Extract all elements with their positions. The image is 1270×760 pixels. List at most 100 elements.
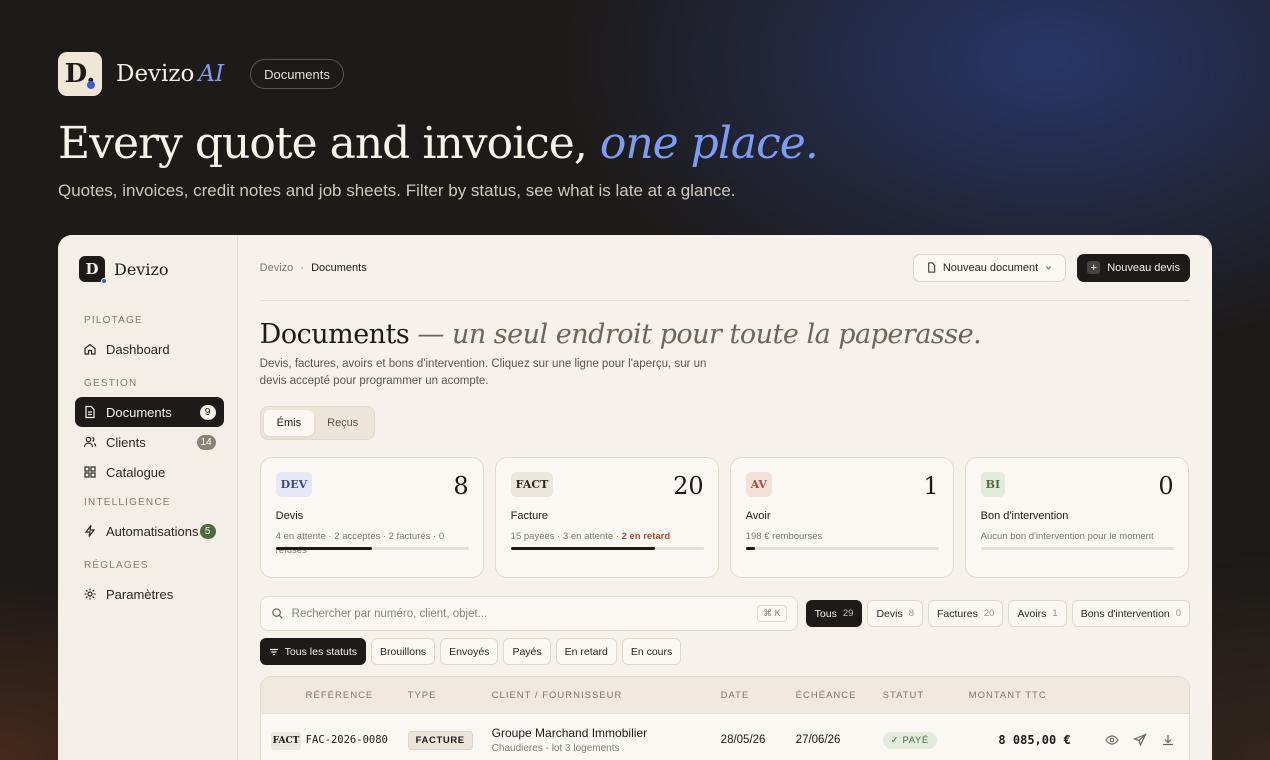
sidebar-section-title: INTELLIGENCE [84, 497, 171, 508]
filter-label: Factures [937, 607, 978, 620]
card-bon-intervention[interactable]: BI 0 Bon d'intervention Aucun bon d'inte… [964, 457, 1189, 578]
card-facture[interactable]: FACT 20 Facture 15 payées · 3 en attente… [494, 457, 719, 578]
card-count: 1 [923, 472, 939, 500]
home-icon [83, 342, 97, 356]
breadcrumb-root[interactable]: Devizo [260, 262, 294, 274]
page-description: Devis, factures, avoirs et bons d'interv… [259, 358, 707, 387]
row-client: Groupe Marchand Immobilier [491, 725, 648, 740]
sidebar-item-catalogue[interactable]: Catalogue [75, 457, 224, 487]
sidebar-item-documents[interactable]: Documents 9 [75, 397, 224, 427]
new-quote-button[interactable]: + Nouveau devis [1077, 253, 1190, 282]
sidebar-brand[interactable]: D Devizo [79, 255, 224, 284]
row-actions [1071, 732, 1189, 747]
row-subject: Chaudieres - lot 3 logements [491, 742, 620, 754]
segment-issued[interactable]: Émis [263, 410, 315, 436]
top-brand-row: D. Devizo AI Documents [58, 52, 344, 96]
card-progress-bar [510, 547, 704, 550]
summary-cards: DEV 8 Devis 4 en attente · 2 acceptés · … [259, 457, 1190, 578]
status-filter-paid[interactable]: Payés [503, 638, 551, 665]
new-document-button[interactable]: Nouveau document [912, 253, 1067, 282]
brand-pill-documents[interactable]: Documents [250, 59, 344, 89]
row-date: 28/05/26 [720, 733, 766, 746]
sidebar-section-title: PILOTAGE [84, 315, 143, 326]
sidebar-item-clients[interactable]: Clients 14 [75, 427, 224, 457]
filter-count: 20 [983, 608, 995, 619]
brand-logo[interactable]: D. [58, 52, 102, 96]
filter-label: Avoirs [1017, 607, 1047, 620]
header-status[interactable]: STATUT [883, 690, 969, 701]
document-icon [83, 405, 97, 419]
issued-received-toggle: Émis Reçus [259, 406, 376, 440]
type-filter-bons[interactable]: Bons d'intervention 0 [1071, 600, 1190, 627]
sidebar: D Devizo PILOTAGE Dashboard GESTION Docu… [58, 235, 238, 760]
card-meta: 4 en attente · 2 acceptés · 2 facturés ·… [275, 531, 445, 556]
header-amount[interactable]: MONTANT TTC [969, 690, 1071, 701]
card-progress-fill [745, 547, 756, 550]
type-filter-avoirs[interactable]: Avoirs 1 [1008, 600, 1067, 627]
card-count: 8 [453, 472, 469, 500]
table-row[interactable]: FACT FAC-2026-0080 FACTURE Groupe Marcha… [260, 713, 1189, 760]
header-type[interactable]: TYPE [408, 690, 492, 701]
sidebar-badge: 14 [196, 434, 216, 450]
hero-title-main: Every quote and invoice, [58, 118, 588, 169]
search-icon [271, 607, 284, 620]
eye-icon[interactable] [1105, 733, 1119, 747]
hero-title-accent: one place. [599, 118, 819, 169]
sidebar-logo: D [79, 256, 107, 284]
sidebar-section-gestion: GESTION Documents 9 Clients 14 Catalogue [75, 378, 224, 487]
card-chip: AV [745, 472, 772, 497]
file-icon [926, 262, 937, 273]
sidebar-badge: 5 [199, 523, 216, 539]
row-amount: 8 085,00 € [998, 732, 1071, 747]
row-due: 27/06/26 [795, 733, 841, 746]
page-title-main: Documents [259, 319, 410, 350]
card-meta: 15 payées · 3 en attente · 2 en retard [511, 530, 704, 544]
sidebar-item-parametres[interactable]: Paramètres [75, 579, 224, 609]
sidebar-item-label: Catalogue [106, 464, 166, 480]
card-title: Bon d'intervention [980, 510, 1069, 522]
status-filter-sent[interactable]: Envoyés [440, 638, 499, 665]
row-type-cell: FACTURE [407, 730, 492, 750]
download-icon[interactable] [1161, 733, 1175, 747]
card-devis[interactable]: DEV 8 Devis 4 en attente · 2 acceptés · … [259, 457, 484, 578]
chevron-down-icon [1044, 263, 1053, 272]
header-due[interactable]: ÉCHÉANCE [796, 690, 883, 701]
status-filter-row: Tous les statuts Brouillons Envoyés Payé… [259, 638, 1190, 665]
sidebar-item-label: Automatisations [106, 523, 199, 539]
send-icon[interactable] [1133, 732, 1147, 747]
card-progress-fill [510, 547, 656, 550]
documents-table: RÉFÉRENCE TYPE CLIENT / FOURNISSEUR DATE… [259, 676, 1190, 760]
new-document-label: Nouveau document [942, 261, 1039, 274]
header-client[interactable]: CLIENT / FOURNISSEUR [492, 690, 721, 701]
card-title: Avoir [745, 510, 771, 522]
grid-icon [83, 465, 97, 479]
filter-count: 8 [908, 608, 914, 619]
sidebar-item-automatisations[interactable]: Automatisations 5 [75, 516, 224, 546]
filter-label: Tous [814, 607, 837, 620]
card-avoir[interactable]: AV 1 Avoir 198 € remboursés [729, 457, 954, 578]
sidebar-item-label: Documents [106, 404, 172, 420]
segment-received[interactable]: Reçus [314, 410, 371, 436]
type-filter-tous[interactable]: Tous 29 [805, 600, 863, 627]
status-filter-in-progress[interactable]: En cours [621, 638, 682, 665]
hero-title: Every quote and invoice, one place. [58, 118, 819, 169]
breadcrumb: Devizo · Documents [260, 262, 913, 274]
header-date[interactable]: DATE [721, 690, 796, 701]
search-shortcut: ⌘ K [757, 605, 787, 622]
type-filter-factures[interactable]: Factures 20 [928, 600, 1004, 627]
header-reference[interactable]: RÉFÉRENCE [306, 690, 408, 701]
filter-label: Tous les statuts [284, 645, 358, 658]
status-filter-all[interactable]: Tous les statuts [259, 638, 367, 665]
card-meta-text: 15 payées · 3 en attente · [510, 531, 622, 542]
table-header: RÉFÉRENCE TYPE CLIENT / FOURNISSEUR DATE… [260, 677, 1189, 713]
status-filter-drafts[interactable]: Brouillons [371, 638, 436, 665]
type-filter-devis[interactable]: Devis 8 [867, 600, 923, 627]
topbar: Devizo · Documents Nouveau document + No… [259, 235, 1190, 301]
breadcrumb-current: Documents [311, 261, 367, 274]
filter-label: Devis [876, 607, 903, 620]
status-filter-late[interactable]: En retard [555, 638, 617, 665]
sidebar-logo-dot [101, 278, 107, 284]
search-input[interactable]: Rechercher par numéro, client, objet... … [259, 596, 798, 631]
sidebar-section-title: GESTION [84, 378, 138, 389]
sidebar-item-dashboard[interactable]: Dashboard [75, 334, 224, 364]
